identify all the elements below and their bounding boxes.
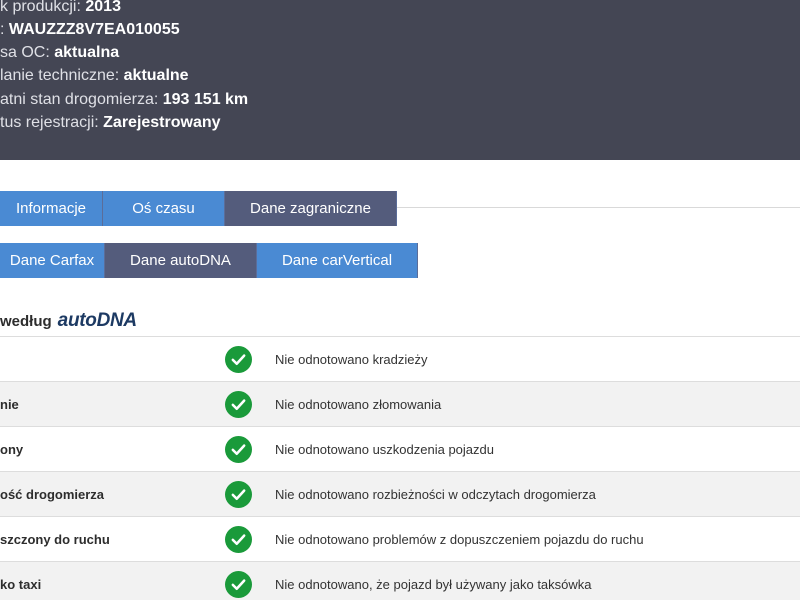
foreign-data-tabs: Dane Carfax Dane autoDNA Dane carVertica…	[0, 243, 418, 278]
check-icon	[225, 346, 252, 373]
insurance-value: aktualna	[54, 44, 120, 61]
autodna-results-table: Nie odnotowano kradzieży nie Nie odnotow…	[0, 336, 800, 600]
row-description: Nie odnotowano, że pojazd był używany ja…	[275, 577, 592, 592]
row-description: Nie odnotowano złomowania	[275, 397, 442, 412]
registration-value: Zarejestrowany	[103, 114, 221, 131]
tab-dane-zagraniczne[interactable]: Dane zagraniczne	[225, 191, 397, 226]
row-name: ko taxi	[0, 577, 42, 592]
production-year-value: 2013	[85, 0, 121, 15]
odometer-label: atni stan drogomierza:	[0, 91, 163, 108]
table-row: Nie odnotowano kradzieży	[0, 336, 800, 381]
check-icon	[225, 436, 252, 463]
section-title: według autoDNA	[0, 307, 137, 335]
production-year-line: k produkcji: 2013	[0, 0, 121, 18]
vehicle-summary-header: k produkcji: 2013 : WAUZZZ8V7EA010055 sa…	[0, 0, 800, 160]
row-name: ość drogomierza	[0, 487, 105, 502]
check-icon	[225, 526, 252, 553]
table-row: ość drogomierza Nie odnotowano rozbieżno…	[0, 471, 800, 516]
check-icon	[225, 481, 252, 508]
tab-dane-autodna[interactable]: Dane autoDNA	[105, 243, 257, 278]
table-row: ko taxi Nie odnotowano, że pojazd był uż…	[0, 561, 800, 600]
row-name: nie	[0, 397, 19, 412]
production-year-label: k produkcji:	[0, 0, 86, 15]
tab-dane-carfax[interactable]: Dane Carfax	[0, 243, 105, 278]
tab-informacje[interactable]: Informacje	[0, 191, 103, 226]
tab-dane-carvertical[interactable]: Dane carVertical	[257, 243, 418, 278]
row-name: szczony do ruchu	[0, 532, 110, 547]
row-description: Nie odnotowano uszkodzenia pojazdu	[275, 442, 494, 457]
table-row: ony Nie odnotowano uszkodzenia pojazdu	[0, 426, 800, 471]
table-row: szczony do ruchu Nie odnotowano problemó…	[0, 516, 800, 561]
insurance-label: sa OC:	[0, 44, 55, 61]
registration-line: tus rejestracji: Zarejestrowany	[0, 112, 221, 134]
registration-label: tus rejestracji:	[0, 114, 104, 131]
vin-line: : WAUZZZ8V7EA010055	[0, 19, 180, 41]
row-description: Nie odnotowano rozbieżności w odczytach …	[275, 487, 596, 502]
check-icon	[225, 391, 252, 418]
inspection-value: aktualne	[123, 67, 189, 84]
autodna-logo: autoDNA	[57, 310, 137, 331]
insurance-line: sa OC: aktualna	[0, 42, 119, 64]
odometer-value: 193 151 km	[162, 91, 249, 108]
section-title-prefix: według	[0, 312, 52, 330]
row-name: ony	[0, 442, 24, 457]
odometer-line: atni stan drogomierza: 193 151 km	[0, 89, 248, 111]
inspection-line: lanie techniczne: aktualne	[0, 65, 189, 87]
row-description: Nie odnotowano problemów z dopuszczeniem…	[275, 532, 644, 547]
inspection-label: lanie techniczne:	[0, 67, 124, 84]
vin-value: WAUZZZ8V7EA010055	[8, 21, 180, 38]
row-description: Nie odnotowano kradzieży	[275, 352, 428, 367]
table-row: nie Nie odnotowano złomowania	[0, 381, 800, 426]
main-tabs: Informacje Oś czasu Dane zagraniczne	[0, 191, 397, 226]
vin-label: :	[0, 21, 9, 38]
tab-os-czasu[interactable]: Oś czasu	[103, 191, 225, 226]
check-icon	[225, 571, 252, 598]
